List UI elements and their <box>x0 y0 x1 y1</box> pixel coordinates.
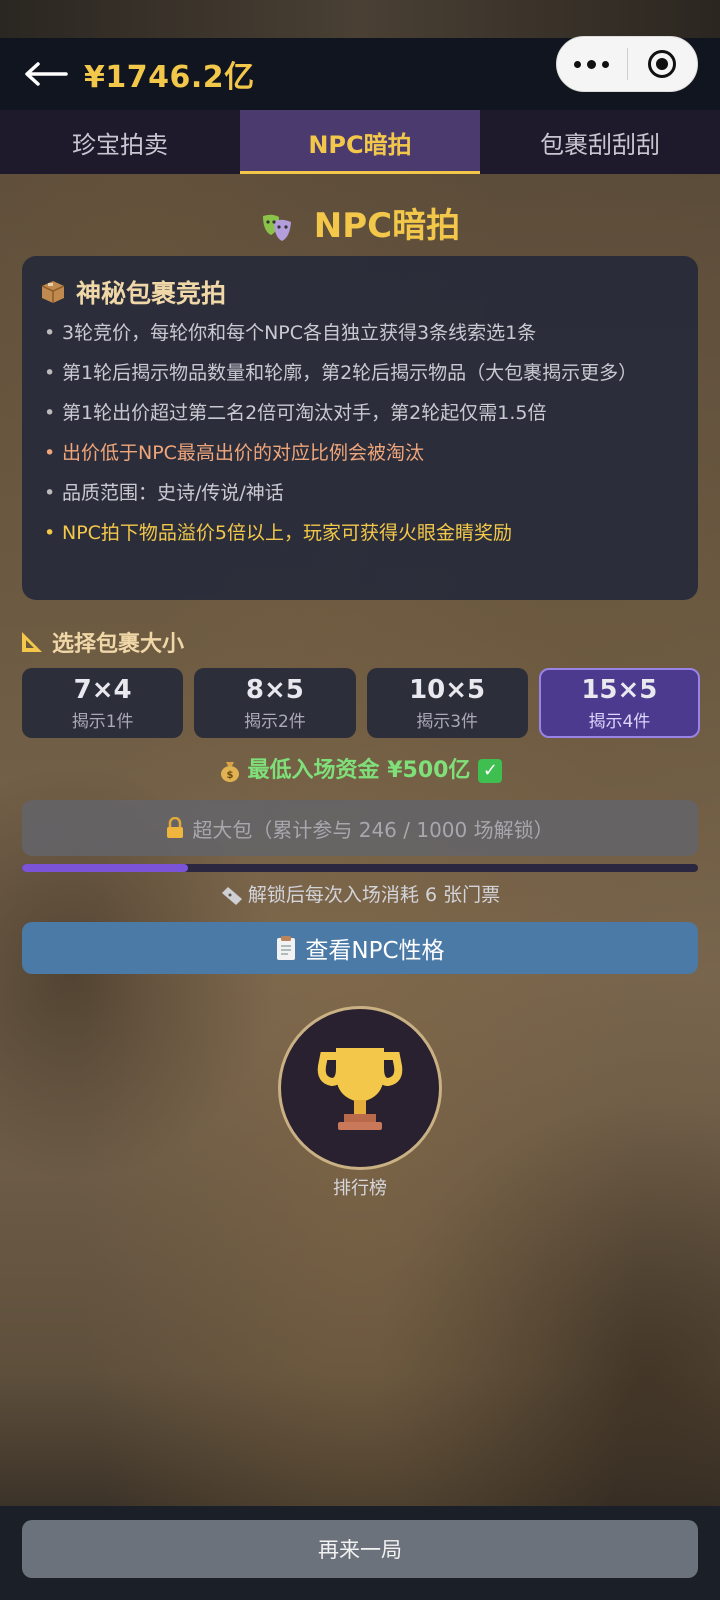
back-arrow-icon[interactable] <box>22 58 68 90</box>
super-package-locked-button[interactable]: 超大包（累计参与 246 / 1000 场解锁） <box>22 800 698 856</box>
size-reveal: 揭示3件 <box>416 711 479 732</box>
rule-item: 第1轮后揭示物品数量和轮廓，第2轮后揭示物品（大包裹揭示更多） <box>40 360 680 386</box>
size-section-label: 选择包裹大小 <box>20 626 184 658</box>
size-reveal: 揭示4件 <box>588 711 651 732</box>
rule-item: 3轮竞价，每轮你和每个NPC各自独立获得3条线索选1条 <box>40 320 680 346</box>
size-reveal: 揭示1件 <box>71 711 134 732</box>
ticket-note-text: 解锁后每次入场消耗 6 张门票 <box>247 884 501 906</box>
lock-icon <box>167 817 184 838</box>
size-dimension: 15×5 <box>581 674 658 705</box>
size-dimension: 10×5 <box>409 674 486 705</box>
view-npc-personality-button[interactable]: 查看NPC性格 <box>22 922 698 974</box>
tab-treasure-auction[interactable]: 珍宝拍卖 <box>0 110 240 174</box>
tab-bar: 珍宝拍卖 NPC暗拍 包裹刮刮刮 <box>0 110 720 174</box>
money-bag-icon: $ <box>220 762 239 782</box>
unlock-progress-fill <box>22 864 189 872</box>
rule-item-warning: 出价低于NPC最高出价的对应比例会被淘汰 <box>40 440 680 466</box>
leaderboard-circle <box>278 1006 442 1170</box>
tab-npc-blind-auction[interactable]: NPC暗拍 <box>240 110 480 174</box>
size-option-15x5[interactable]: 15×5 揭示4件 <box>538 668 700 738</box>
view-npc-personality-label: 查看NPC性格 <box>305 938 445 964</box>
top-decoration <box>0 0 720 38</box>
rules-heading-text: 神秘包裹竞拍 <box>76 279 227 308</box>
min-entry-fund: $ 最低入场资金 ¥500亿 ✓ <box>0 752 720 784</box>
size-dimension: 7×4 <box>73 674 132 705</box>
rules-heading: 神秘包裹竞拍 <box>40 274 680 310</box>
page-title: NPC暗拍 <box>0 198 720 247</box>
rule-item: 第1轮出价超过第二名2倍可淘汰对手，第2轮起仅需1.5倍 <box>40 400 680 426</box>
size-dimension: 8×5 <box>245 674 304 705</box>
leaderboard-label: 排行榜 <box>333 1178 387 1199</box>
play-again-button[interactable]: 再来一局 <box>22 1520 698 1578</box>
check-mark-icon: ✓ <box>478 759 503 783</box>
unlock-progress-bar <box>22 864 698 872</box>
more-options-icon[interactable] <box>557 36 627 92</box>
size-option-8x5[interactable]: 8×5 揭示2件 <box>194 668 356 738</box>
min-entry-fund-text: 最低入场资金 ¥500亿 <box>247 758 471 783</box>
mini-program-capsule <box>556 36 698 92</box>
package-icon <box>41 281 65 303</box>
ticket-note: 解锁后每次入场消耗 6 张门票 <box>0 880 720 907</box>
theater-masks-icon <box>260 206 306 246</box>
rules-panel: 神秘包裹竞拍 3轮竞价，每轮你和每个NPC各自独立获得3条线索选1条 第1轮后揭… <box>22 256 698 600</box>
size-option-10x5[interactable]: 10×5 揭示3件 <box>366 668 528 738</box>
trophy-icon <box>317 1048 403 1130</box>
clipboard-icon <box>277 936 296 960</box>
rule-item-reward: NPC拍下物品溢价5倍以上，玩家可获得火眼金睛奖励 <box>40 520 680 546</box>
triangle-ruler-icon <box>22 632 42 652</box>
size-section-text: 选择包裹大小 <box>52 632 185 657</box>
tab-package-scratch[interactable]: 包裹刮刮刮 <box>480 110 720 174</box>
rule-item: 品质范围：史诗/传说/神话 <box>40 480 680 506</box>
balance-amount: ¥1746.2亿 <box>84 60 255 95</box>
ticket-icon <box>221 886 242 905</box>
page-title-text: NPC暗拍 <box>313 206 461 246</box>
size-reveal: 揭示2件 <box>243 711 306 732</box>
size-options: 7×4 揭示1件 8×5 揭示2件 10×5 揭示3件 15×5 揭示4件 <box>22 668 700 738</box>
super-package-label: 超大包（累计参与 246 / 1000 场解锁） <box>192 817 554 842</box>
size-option-7x4[interactable]: 7×4 揭示1件 <box>22 668 184 738</box>
bottom-bar: 再来一局 <box>0 1506 720 1600</box>
svg-text:$: $ <box>226 770 233 781</box>
leaderboard-button[interactable]: 排行榜 <box>278 1006 442 1200</box>
close-target-icon[interactable] <box>628 36 698 92</box>
main-content: NPC暗拍 神秘包裹竞拍 3轮竞价，每轮你和每个NPC各自独立获得3条线索选1条… <box>0 174 720 1506</box>
